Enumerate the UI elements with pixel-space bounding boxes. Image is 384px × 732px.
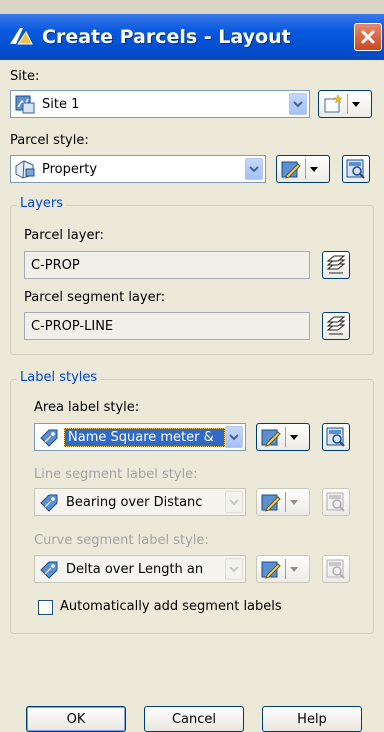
close-icon — [361, 30, 375, 44]
site-dropdown-button[interactable] — [289, 93, 307, 115]
parcel-style-label: Parcel style: — [10, 133, 89, 148]
split-divider — [305, 159, 306, 179]
cancel-button[interactable]: Cancel — [144, 706, 244, 732]
parcel-layer-field[interactable]: C-PROP — [24, 251, 310, 279]
site-create-button[interactable] — [318, 90, 372, 118]
line-segment-label-style-value: Bearing over Distanc — [66, 494, 203, 510]
dropdown-arrow-icon — [351, 101, 361, 107]
title-bar[interactable]: Create Parcels - Layout — [0, 14, 384, 60]
area-label-style-dropdown-button[interactable] — [225, 426, 243, 448]
curve-segment-label-style-dropdown-button[interactable] — [225, 558, 243, 580]
segment-layer-button[interactable] — [322, 312, 350, 340]
dropdown-arrow-icon — [289, 434, 299, 440]
line-segment-label-style-detail-button[interactable] — [322, 488, 350, 516]
split-divider — [285, 427, 286, 447]
segment-layer-label: Parcel segment layer: — [24, 290, 166, 305]
parcel-layer-label: Parcel layer: — [24, 228, 104, 243]
parcel-style-value: Property — [42, 161, 98, 177]
chevron-down-icon — [229, 566, 239, 573]
split-divider — [285, 559, 286, 579]
label-style-icon — [40, 494, 58, 512]
edit-style-icon — [281, 161, 301, 179]
chevron-down-icon — [229, 434, 239, 441]
segment-layer-field[interactable]: C-PROP-LINE — [24, 312, 310, 340]
site-label: Site: — [10, 69, 40, 84]
layer-stack-icon — [326, 316, 346, 335]
layer-stack-icon — [326, 255, 346, 274]
label-style-icon — [40, 561, 58, 579]
area-label-style-label: Area label style: — [34, 400, 140, 415]
split-divider — [285, 492, 286, 512]
curve-segment-label-style-label: Curve segment label style: — [34, 533, 209, 548]
help-button[interactable]: Help — [262, 706, 362, 732]
parcel-style-edit-button[interactable] — [276, 155, 330, 183]
label-style-icon — [40, 429, 58, 447]
style-detail-icon — [326, 492, 345, 512]
style-detail-icon — [326, 559, 345, 579]
ok-button[interactable]: OK — [26, 706, 126, 732]
site-icon — [15, 95, 35, 114]
line-segment-label-style-edit-button[interactable] — [256, 488, 310, 516]
dropdown-arrow-icon — [289, 566, 299, 572]
split-divider — [347, 94, 348, 114]
chevron-down-icon — [293, 101, 303, 108]
background-strip — [0, 0, 384, 14]
label-styles-legend: Label styles — [17, 370, 101, 385]
curve-segment-label-style-detail-button[interactable] — [322, 555, 350, 583]
site-combo[interactable]: Site 1 — [10, 90, 310, 118]
auto-add-segment-labels-checkbox[interactable] — [38, 600, 53, 615]
area-label-style-detail-button[interactable] — [322, 423, 350, 451]
curve-segment-label-style-value: Delta over Length an — [66, 561, 204, 577]
line-segment-label-style-combo[interactable]: Bearing over Distanc — [34, 488, 246, 516]
style-detail-icon — [326, 427, 345, 447]
create-new-icon — [324, 94, 343, 113]
parcel-style-dropdown-button[interactable] — [245, 158, 263, 180]
chevron-down-icon — [229, 499, 239, 506]
curve-segment-label-style-edit-button[interactable] — [256, 555, 310, 583]
edit-style-icon — [261, 429, 281, 447]
chevron-down-icon — [249, 166, 259, 173]
line-segment-label-style-dropdown-button[interactable] — [225, 491, 243, 513]
edit-style-icon — [261, 494, 281, 512]
civil-3d-app-icon — [10, 28, 33, 45]
auto-add-segment-labels-label[interactable]: Automatically add segment labels — [60, 599, 282, 614]
area-label-style-combo[interactable]: Name Square meter & — [34, 423, 246, 451]
parcel-style-icon — [15, 160, 35, 179]
area-label-style-value: Name Square meter & — [64, 427, 225, 447]
window-title: Create Parcels - Layout — [42, 26, 291, 48]
parcel-layer-button[interactable] — [322, 251, 350, 279]
site-value: Site 1 — [42, 96, 80, 112]
parcel-style-combo[interactable]: Property — [10, 155, 266, 183]
style-detail-icon — [346, 159, 365, 179]
layers-legend: Layers — [17, 196, 67, 211]
edit-style-icon — [261, 561, 281, 579]
dropdown-arrow-icon — [289, 499, 299, 505]
line-segment-label-style-label: Line segment label style: — [34, 467, 198, 482]
close-button[interactable] — [354, 23, 382, 51]
area-label-style-edit-button[interactable] — [256, 423, 310, 451]
curve-segment-label-style-combo[interactable]: Delta over Length an — [34, 555, 246, 583]
dropdown-arrow-icon — [309, 166, 319, 172]
parcel-style-detail-button[interactable] — [342, 155, 370, 183]
